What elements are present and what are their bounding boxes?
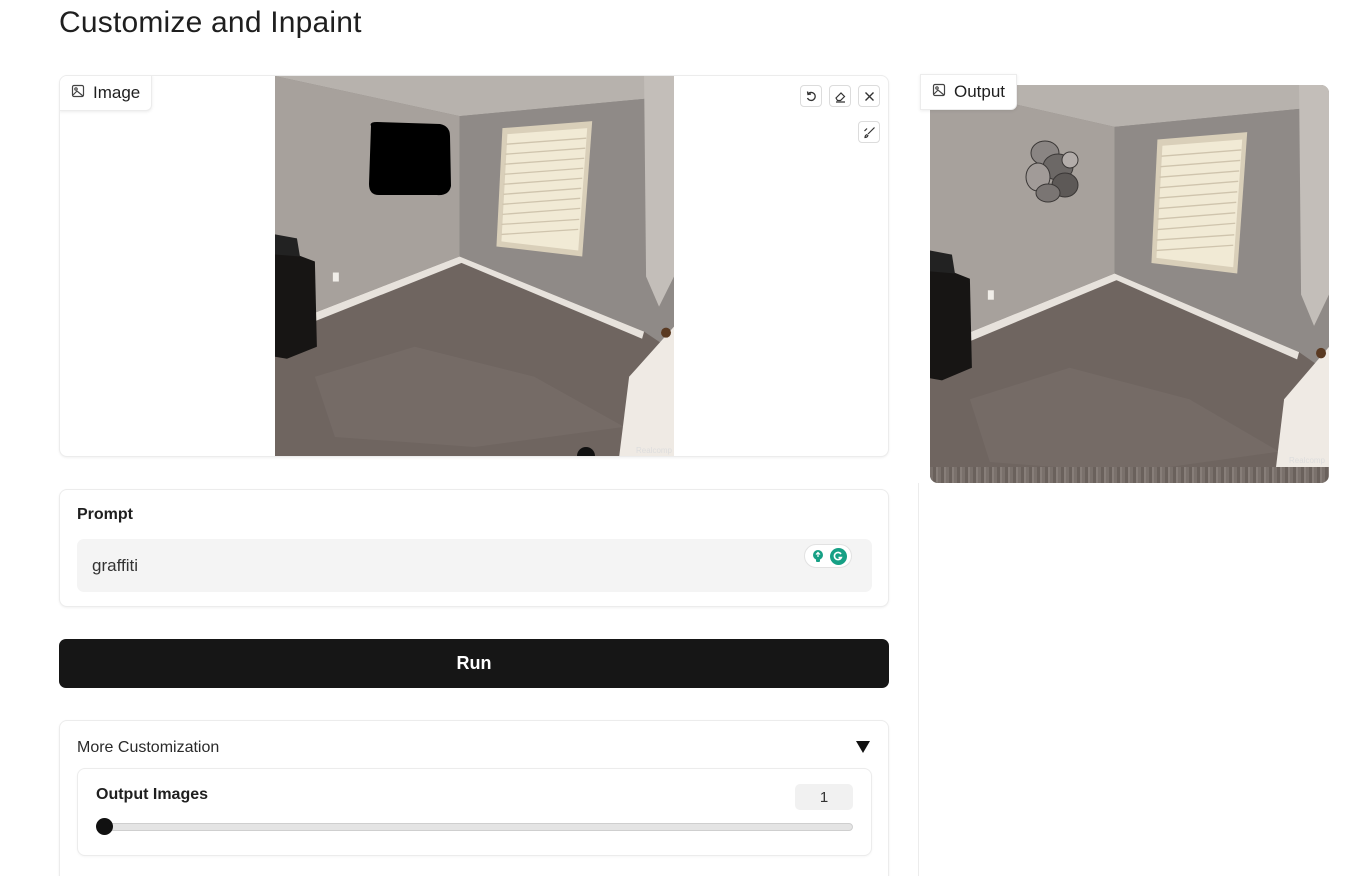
image-label: Image xyxy=(60,76,153,111)
undo-icon xyxy=(806,90,816,101)
run-button[interactable]: Run xyxy=(59,639,889,688)
output-images-slider-track[interactable] xyxy=(97,823,853,831)
output-label-text: Output xyxy=(954,82,1006,101)
grammar-extension-badge[interactable] xyxy=(804,544,852,568)
output-images-slider-thumb[interactable] xyxy=(96,818,113,835)
lightbulb-icon[interactable] xyxy=(809,547,827,565)
inpaint-mask xyxy=(369,122,451,196)
output-image-bottom-strip xyxy=(930,467,1329,483)
output-images-control: Output Images xyxy=(77,768,872,856)
prompt-label: Prompt xyxy=(77,506,133,523)
output-watermark: Realcomp xyxy=(1288,456,1325,465)
page-title: Customize and Inpaint xyxy=(59,6,362,39)
close-icon xyxy=(864,91,874,101)
output-column-divider xyxy=(918,483,919,876)
image-editor-panel: Image Realcomp xyxy=(59,75,889,457)
brush-icon xyxy=(863,126,875,138)
more-customization-title[interactable]: More Customization xyxy=(77,739,219,757)
image-icon xyxy=(71,83,85,103)
output-images-label: Output Images xyxy=(96,786,209,803)
eraser-button[interactable] xyxy=(829,85,851,107)
more-customization-panel: More Customization Output Images xyxy=(59,720,889,876)
image-label-text: Image xyxy=(93,83,141,102)
output-label: Output xyxy=(920,74,1018,110)
output-images-number-input[interactable] xyxy=(795,784,853,810)
clear-button[interactable] xyxy=(858,85,880,107)
undo-button[interactable] xyxy=(800,85,822,107)
brush-button[interactable] xyxy=(858,121,880,143)
brush-cursor-icon xyxy=(577,447,595,456)
prompt-input[interactable] xyxy=(77,539,872,592)
image-watermark: Realcomp xyxy=(635,446,672,455)
editable-image-canvas[interactable]: Realcomp xyxy=(275,76,674,456)
generated-object xyxy=(1025,140,1079,203)
image-icon xyxy=(932,82,946,102)
eraser-icon xyxy=(834,91,845,103)
output-image: Realcomp xyxy=(930,85,1329,483)
grammarly-icon[interactable] xyxy=(829,547,847,565)
prompt-panel: Prompt xyxy=(59,489,889,607)
caret-down-icon[interactable] xyxy=(856,741,870,753)
